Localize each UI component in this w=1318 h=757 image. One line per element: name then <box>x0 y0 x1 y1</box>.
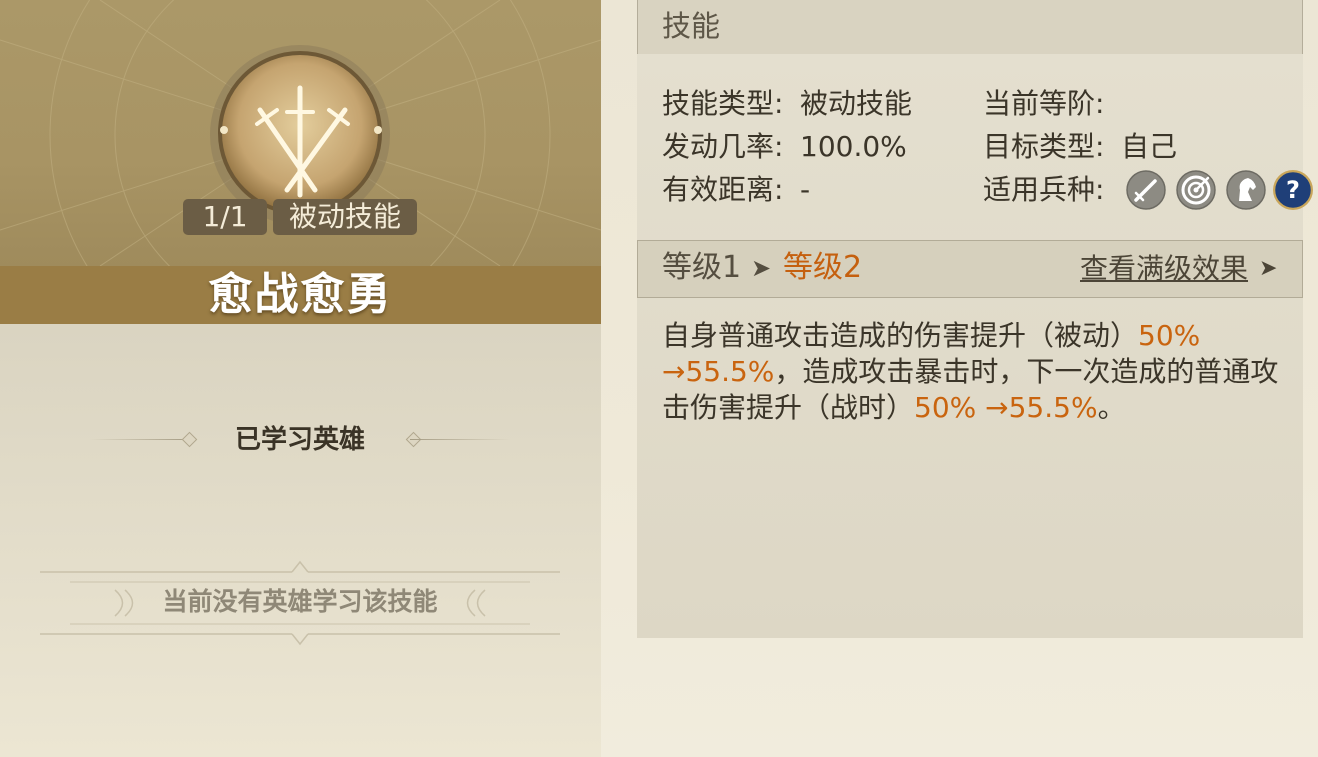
desc-text: 。 <box>1097 391 1126 424</box>
skill-type-value: 被动技能 <box>800 87 913 120</box>
current-level: 等级1 <box>662 250 742 285</box>
learned-heroes-title: 已学习英雄 <box>234 425 365 455</box>
skill-card-panel: 1/1 被动技能 愈战愈勇 已学习英雄 当前没有英雄学习该技能 <box>0 0 601 757</box>
section-header <box>637 0 1303 56</box>
next-level: 等级2 <box>783 250 863 285</box>
section-title: 技能 <box>662 9 721 43</box>
skill-name: 愈战愈勇 <box>208 269 393 320</box>
skill-type-badge: 被动技能 <box>273 199 417 235</box>
troop-type-label: 适用兵种: <box>983 173 1105 206</box>
infantry-sword-icon[interactable] <box>1126 170 1166 210</box>
divider <box>410 439 510 440</box>
desc-text: 自身普通攻击造成的伤害提升（被动） <box>662 319 1139 352</box>
no-hero-banner: 当前没有英雄学习该技能 <box>30 560 570 646</box>
cavalry-horse-icon[interactable] <box>1226 170 1266 210</box>
question-mark-icon[interactable]: ? <box>1273 170 1313 210</box>
skill-count-badge: 1/1 <box>183 199 267 235</box>
skill-type-label: 技能类型: <box>662 87 784 120</box>
level-arrow-icon: ➤ <box>751 254 772 282</box>
desc-value-highlight: 50% →55.5% <box>914 391 1098 424</box>
current-rank-label: 当前等阶: <box>983 87 1105 120</box>
range-label: 有效距离: <box>662 173 784 206</box>
archer-target-icon[interactable] <box>1176 170 1216 210</box>
chevron-right-icon[interactable]: ➤ <box>1259 249 1277 289</box>
no-hero-text: 当前没有英雄学习该技能 <box>162 587 438 616</box>
trigger-rate-value: 100.0% <box>800 130 907 163</box>
learned-heroes-heading: 已学习英雄 <box>80 418 520 462</box>
svg-text:?: ? <box>1286 176 1300 204</box>
skill-description: 自身普通攻击造成的伤害提升（被动）50% →55.5%，造成攻击暴击时，下一次造… <box>662 318 1288 426</box>
target-type-label: 目标类型: <box>983 130 1105 163</box>
target-type-value: 自己 <box>1121 130 1178 163</box>
range-value: - <box>800 173 811 206</box>
trigger-rate-label: 发动几率: <box>662 130 784 163</box>
view-max-level-link[interactable]: 查看满级效果 <box>1080 249 1248 289</box>
